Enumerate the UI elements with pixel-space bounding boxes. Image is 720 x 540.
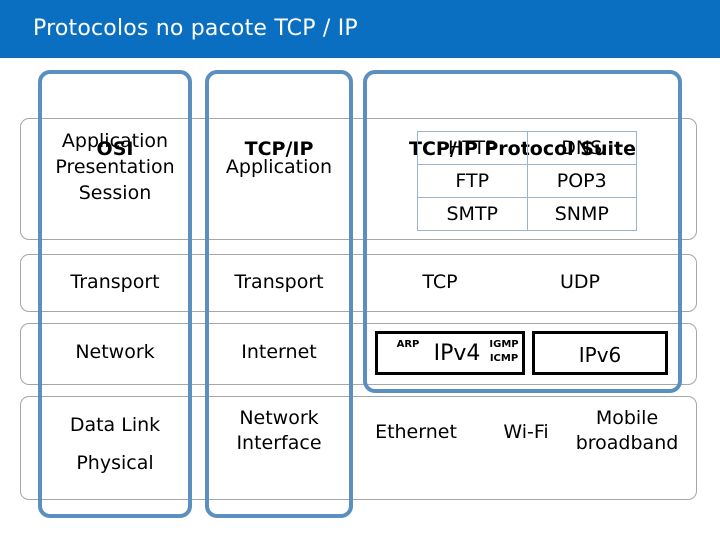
protocol-box-ipv6: IPv6 bbox=[532, 331, 668, 375]
protocol-stack-diagram: OSI TCP/IP TCP/IP Protocol Suite Applica… bbox=[0, 58, 720, 540]
osi-layer-physical: Physical bbox=[76, 452, 154, 474]
protocol-mobile-line-1: Mobile bbox=[595, 407, 659, 429]
page-title: Protocolos no pacote TCP / IP bbox=[33, 16, 358, 41]
tcpip-layer-internet: Internet bbox=[241, 341, 317, 363]
protocol-smtp: SMTP bbox=[417, 197, 528, 231]
protocol-pop3: POP3 bbox=[526, 164, 637, 198]
protocol-arp: ARP bbox=[396, 339, 420, 350]
application-protocol-grid: HTTP DNS FTP POP3 SMTP SNMP bbox=[417, 131, 637, 231]
tcpip-layer-application: Application bbox=[225, 156, 333, 178]
protocol-mobile-broadband: Mobile broadband bbox=[566, 406, 688, 456]
tcpip-netif-line-2: Interface bbox=[236, 432, 322, 454]
protocol-wifi: Wi-Fi bbox=[503, 421, 549, 443]
table-row: FTP POP3 bbox=[417, 164, 637, 198]
osi-layer-network: Network bbox=[75, 341, 155, 363]
protocol-ftp: FTP bbox=[417, 164, 528, 198]
table-row: SMTP SNMP bbox=[417, 197, 637, 231]
title-banner: Protocolos no pacote TCP / IP bbox=[0, 0, 720, 58]
osi-layer-application-group: Application Presentation Session bbox=[38, 128, 192, 206]
tcpip-layer-network-interface: Network Interface bbox=[205, 406, 353, 456]
protocol-icmp: ICMP bbox=[489, 353, 519, 364]
tcpip-netif-line-1: Network bbox=[239, 407, 319, 429]
osi-layer-application: Application bbox=[61, 130, 169, 152]
protocol-udp: UDP bbox=[560, 271, 600, 293]
tcpip-layer-transport: Transport bbox=[234, 271, 324, 293]
osi-layer-datalink-group: Data Link Physical bbox=[38, 406, 192, 482]
osi-layer-transport: Transport bbox=[70, 271, 160, 293]
osi-layer-presentation: Presentation bbox=[55, 156, 175, 178]
protocol-snmp: SNMP bbox=[526, 197, 637, 231]
protocol-ipv6: IPv6 bbox=[578, 343, 622, 367]
protocol-box-ipv4: ARP IPv4 IGMP ICMP bbox=[375, 331, 525, 375]
table-row: HTTP DNS bbox=[417, 131, 637, 165]
protocol-ipv4: IPv4 bbox=[433, 341, 481, 366]
protocol-tcp: TCP bbox=[422, 271, 458, 293]
protocol-dns: DNS bbox=[526, 131, 637, 165]
protocol-mobile-line-2: broadband bbox=[575, 432, 679, 454]
protocol-igmp-icmp-group: IGMP ICMP bbox=[484, 338, 524, 366]
osi-layer-data-link: Data Link bbox=[69, 414, 161, 436]
osi-layer-session: Session bbox=[78, 182, 152, 204]
protocol-igmp: IGMP bbox=[489, 339, 519, 350]
protocol-ethernet: Ethernet bbox=[375, 421, 457, 443]
protocol-http: HTTP bbox=[417, 131, 528, 165]
